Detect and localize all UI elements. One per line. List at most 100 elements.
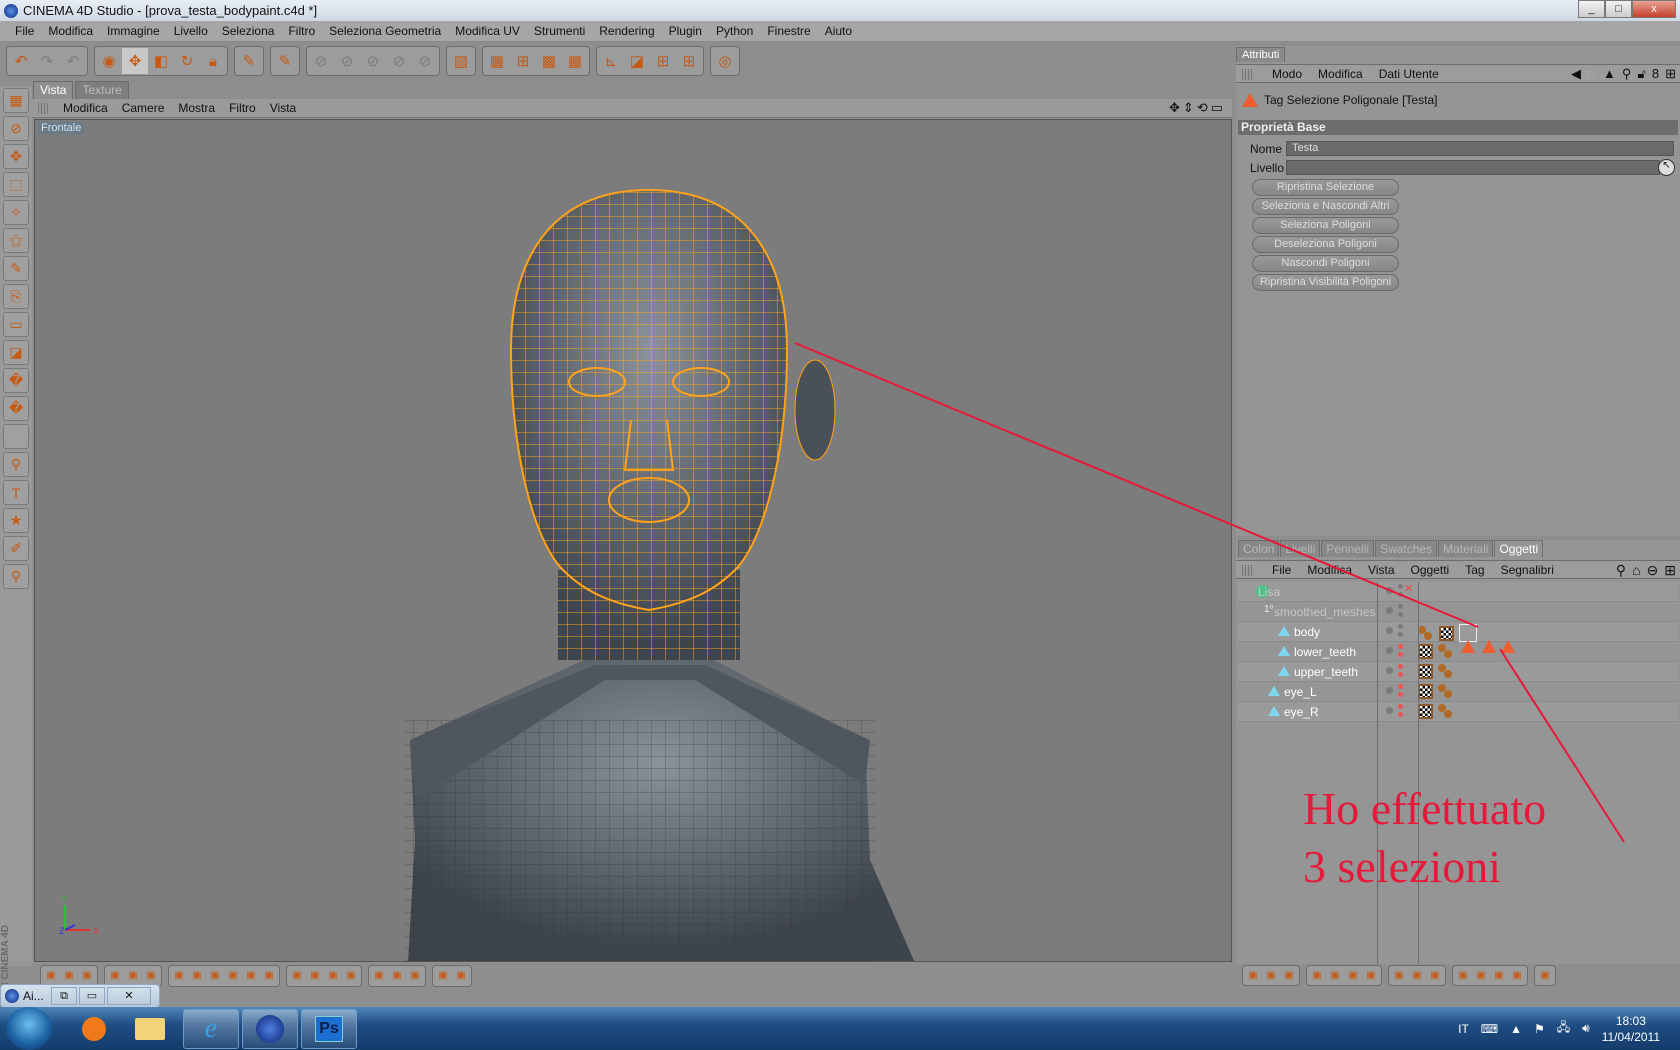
editor-visibility-dot[interactable] [1398, 584, 1403, 589]
menu-modifica[interactable]: Modifica [41, 24, 100, 38]
object-tool-icon[interactable]: ▣ [1344, 967, 1362, 984]
tab-texture[interactable]: Texture [75, 81, 129, 99]
text-icon[interactable]: ︎ [3, 424, 29, 449]
button-seleziona-poligoni[interactable]: Seleziona Poligoni [1252, 217, 1399, 234]
back-arrow-icon[interactable]: ◀ [1571, 66, 1581, 82]
taskbar-cinema4d[interactable] [242, 1009, 298, 1049]
name-field[interactable]: Testa [1286, 141, 1674, 156]
objects-menu-modifica[interactable]: Modifica [1299, 563, 1360, 577]
polygon-selection-tag-icon[interactable] [1501, 626, 1515, 653]
objects-menu-tag[interactable]: Tag [1457, 563, 1492, 577]
tab-materiali[interactable]: Materiali [1438, 540, 1494, 557]
editor-visibility-dot[interactable] [1398, 644, 1403, 649]
object-tool-icon[interactable]: ▣ [1536, 967, 1554, 984]
button-deseleziona-poligoni[interactable]: Deseleziona Poligoni [1252, 236, 1399, 253]
bottom-tool-icon[interactable]: ▣ [42, 967, 60, 984]
layout-a-icon[interactable]: ◪ [624, 48, 650, 74]
editor-visibility-dot[interactable] [1398, 704, 1403, 709]
object-name[interactable]: eye_L [1284, 685, 1317, 699]
brush-icon[interactable]: ✎ [3, 256, 29, 281]
action-center-flag-icon[interactable]: ⚑ [1534, 1022, 1545, 1036]
object-name[interactable]: smoothed_meshes [1274, 605, 1375, 619]
keyboard-icon[interactable]: ⌨ [1481, 1022, 1498, 1036]
editor-visibility-dot[interactable] [1398, 624, 1403, 629]
objects-menu-file[interactable]: File [1264, 563, 1299, 577]
object-tool-icon[interactable]: ▣ [1508, 967, 1526, 984]
projection-a-icon[interactable]: ⊘ [308, 48, 334, 74]
grip-icon[interactable] [1242, 69, 1254, 80]
viewport-menu-mostra[interactable]: Mostra [171, 101, 222, 115]
projection-d-icon[interactable]: ⊘ [386, 48, 412, 74]
objects-menu-vista[interactable]: Vista [1360, 563, 1402, 577]
grip-icon[interactable] [38, 103, 50, 114]
visibility-dot[interactable] [1386, 627, 1393, 634]
bottom-tool-icon[interactable]: ▣ [170, 967, 188, 984]
tab-livelli[interactable]: Livelli [1280, 540, 1321, 557]
visibility-dot[interactable] [1386, 607, 1393, 614]
tree-row-smoothed_meshes[interactable]: 1⁰ smoothed_meshes [1238, 602, 1678, 622]
bottom-tool-icon[interactable]: ▣ [370, 967, 388, 984]
button-ripristina-selezione[interactable]: Ripristina Selezione [1252, 179, 1399, 196]
uv-grid-icon[interactable]: ▩ [536, 48, 562, 74]
menu-immagine[interactable]: Immagine [100, 24, 167, 38]
texture-tag-icon[interactable] [1418, 684, 1433, 699]
button-seleziona-e-nascondi-altri[interactable]: Seleziona e Nascondi Altri [1252, 198, 1399, 215]
render-visibility-dot[interactable] [1398, 612, 1403, 617]
close-icon[interactable]: ✕ [107, 987, 151, 1005]
object-tool-icon[interactable]: ▣ [1244, 967, 1262, 984]
tab-colori[interactable]: Colori [1238, 540, 1280, 557]
eye-icon[interactable]: ⊖ [1647, 562, 1659, 579]
rect-select-icon[interactable]: ⬚ [3, 172, 29, 197]
object-tool-icon[interactable]: ▣ [1408, 967, 1426, 984]
layout-b-icon[interactable]: ⊞ [650, 48, 676, 74]
object-name[interactable]: body [1294, 625, 1320, 639]
bottom-tool-icon[interactable]: ▣ [188, 967, 206, 984]
object-tool-icon[interactable]: ▣ [1326, 967, 1344, 984]
render-icon[interactable]: ◎ [712, 48, 738, 74]
move-icon[interactable]: ✥ [3, 144, 29, 169]
menu-aiuto[interactable]: Aiuto [818, 24, 859, 38]
viewport-menu-camere[interactable]: Camere [115, 101, 172, 115]
column-divider[interactable] [1377, 582, 1378, 964]
menu-plugin[interactable]: Plugin [662, 24, 709, 38]
uv-points-icon[interactable]: ⊞ [510, 48, 536, 74]
network-icon[interactable]: 🖧︎ [1557, 1018, 1570, 1039]
button-nascondi-poligoni[interactable]: Nascondi Poligoni [1252, 255, 1399, 272]
objects-menu-oggetti[interactable]: Oggetti [1403, 563, 1458, 577]
lock-icon[interactable]: 🔓︎ [1637, 66, 1645, 82]
bottom-tool-icon[interactable]: ▣ [306, 967, 324, 984]
visibility-dot[interactable] [1386, 667, 1393, 674]
visibility-dot[interactable] [1386, 587, 1393, 594]
taskbar-photoshop[interactable]: Ps [301, 1009, 357, 1049]
menu-filtro[interactable]: Filtro [281, 24, 322, 38]
editor-visibility-dot[interactable] [1398, 664, 1403, 669]
mask-icon[interactable]: ⚲ [3, 564, 29, 589]
bottom-tool-icon[interactable]: ▣ [224, 967, 242, 984]
magic-wand-icon[interactable]: ✧ [3, 200, 29, 225]
lock-texture-icon[interactable]: 🔒︎ [200, 48, 226, 74]
layer-field[interactable] [1286, 160, 1660, 175]
projection-b-icon[interactable]: ⊘ [334, 48, 360, 74]
material-tag-icon[interactable] [1438, 684, 1454, 699]
zoom-icon[interactable]: � [3, 396, 29, 421]
bottom-tool-icon[interactable]: ▣ [124, 967, 142, 984]
object-name[interactable]: lower_teeth [1294, 645, 1356, 659]
texture-tag-icon[interactable] [1418, 664, 1433, 679]
taskbar-media-player[interactable] [66, 1009, 122, 1049]
object-name[interactable]: eye_R [1284, 705, 1319, 719]
tree-row-body[interactable]: body [1238, 622, 1678, 653]
magic-brush-icon[interactable]: ✎ [236, 48, 262, 74]
column-divider[interactable] [1418, 582, 1419, 964]
material-tag-icon[interactable] [1438, 704, 1454, 719]
checker-icon[interactable]: ▦ [562, 48, 588, 74]
visibility-dot[interactable] [1386, 707, 1393, 714]
tab-pennelli[interactable]: Pennelli [1321, 540, 1375, 557]
home-icon[interactable]: ⌂ [1632, 562, 1640, 579]
viewport-nav-icons[interactable]: ✥⇕⟲▭ [1169, 100, 1226, 116]
render-visibility-dot[interactable] [1398, 592, 1403, 597]
tree-row-eye_R[interactable]: eye_R [1238, 702, 1678, 722]
render-visibility-dot[interactable] [1398, 692, 1403, 697]
material-tag-icon[interactable] [1438, 644, 1454, 659]
uv-edit-icon[interactable]: ▧ [448, 48, 474, 74]
bottom-tool-icon[interactable]: ▣ [242, 967, 260, 984]
